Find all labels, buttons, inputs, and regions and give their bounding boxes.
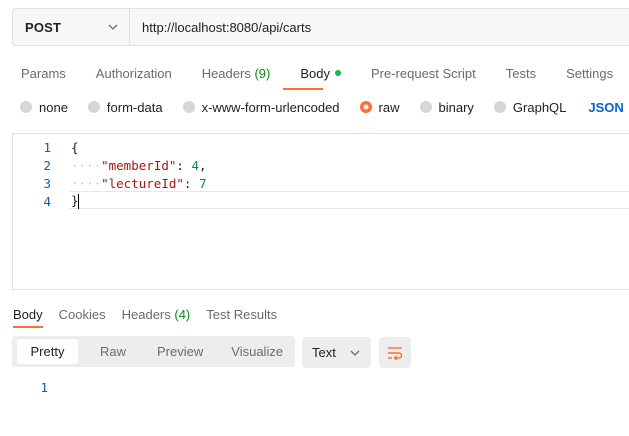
request-bar: POST http://localhost:8080/api/carts <box>12 8 629 46</box>
request-tabs: Params Authorization Headers (9) Body Pr… <box>21 63 629 83</box>
view-pretty-button[interactable]: Pretty <box>17 339 78 364</box>
chevron-down-icon <box>108 24 118 30</box>
radio-button[interactable] <box>419 101 432 113</box>
code-text: ····"lectureId": 7 <box>71 175 207 191</box>
code-line: 1 { <box>13 138 78 156</box>
current-line-highlight <box>70 191 629 209</box>
tab-body[interactable]: Body <box>300 66 341 81</box>
json-key: "memberId" <box>101 157 177 173</box>
code-text: { <box>71 139 79 155</box>
view-preview-button[interactable]: Preview <box>157 339 203 364</box>
radio-x-www-form-urlencoded[interactable]: x-www-form-urlencoded <box>182 100 340 115</box>
radio-button-selected[interactable] <box>359 101 372 113</box>
tab-settings[interactable]: Settings <box>566 66 613 81</box>
line-number: 3 <box>43 175 51 191</box>
radio-form-data[interactable]: form-data <box>87 100 163 115</box>
headers-count: (9) <box>254 65 271 81</box>
tab-headers[interactable]: Headers (9) <box>202 66 271 81</box>
radio-graphql[interactable]: GraphQL <box>493 100 566 115</box>
url-input[interactable]: http://localhost:8080/api/carts <box>130 9 629 45</box>
url-text: http://localhost:8080/api/carts <box>142 19 312 35</box>
radio-binary[interactable]: binary <box>419 100 474 115</box>
radio-button[interactable] <box>87 101 100 113</box>
text-cursor <box>77 194 80 209</box>
wrap-lines-icon <box>388 346 403 360</box>
radio-button[interactable] <box>20 101 32 113</box>
resp-tab-cookies[interactable]: Cookies <box>59 307 106 322</box>
body-editor[interactable]: 1 { 2 ····"memberId": 4, 3 ····"lectureI… <box>12 133 629 290</box>
radio-button[interactable] <box>182 101 195 113</box>
line-number: 1 <box>43 139 51 155</box>
body-type-radios: none form-data x-www-form-urlencoded raw… <box>20 98 629 116</box>
tab-params[interactable]: Params <box>21 66 66 81</box>
json-value: 4 <box>191 157 199 173</box>
resp-tab-body[interactable]: Body <box>13 307 43 322</box>
raw-format-select[interactable]: JSON <box>588 100 629 115</box>
code-line: 3 ····"lectureId": 7 <box>13 174 206 192</box>
view-visualize-button[interactable]: Visualize <box>231 339 283 364</box>
code-line: 4 } <box>13 192 80 210</box>
line-number: 2 <box>43 157 51 173</box>
method-select[interactable]: POST <box>13 9 130 45</box>
radio-button[interactable] <box>493 101 506 113</box>
code-line: 2 ····"memberId": 4, <box>13 156 206 174</box>
chevron-down-icon <box>350 350 360 356</box>
code-text: ····"memberId": 4, <box>71 157 207 173</box>
json-value: 7 <box>198 175 207 191</box>
tab-authorization[interactable]: Authorization <box>96 66 172 81</box>
radio-none[interactable]: none <box>20 100 68 115</box>
code-text: } <box>71 193 80 209</box>
json-key: "lectureId" <box>101 175 184 191</box>
tab-tests[interactable]: Tests <box>506 66 536 81</box>
resp-tab-headers[interactable]: Headers (4) <box>122 307 191 322</box>
resp-tab-test-results[interactable]: Test Results <box>206 307 277 322</box>
response-line-number: 1 <box>40 380 48 395</box>
response-tabs: Body Cookies Headers (4) Test Results <box>13 305 293 323</box>
response-format-select[interactable]: Text <box>302 337 371 368</box>
wrap-lines-button[interactable] <box>379 337 411 368</box>
method-label: POST <box>25 19 62 35</box>
resp-active-tab-underline <box>13 326 43 328</box>
tab-pre-request-script[interactable]: Pre-request Script <box>371 66 476 81</box>
line-number: 4 <box>43 193 51 209</box>
radio-raw[interactable]: raw <box>359 100 400 115</box>
body-indicator-dot <box>334 69 341 76</box>
resp-headers-count: (4) <box>174 306 191 322</box>
response-format-label: Text <box>312 345 336 360</box>
active-tab-underline <box>283 88 323 90</box>
response-view-switch: Pretty Raw Preview Visualize <box>12 336 295 367</box>
view-raw-button[interactable]: Raw <box>100 339 126 364</box>
